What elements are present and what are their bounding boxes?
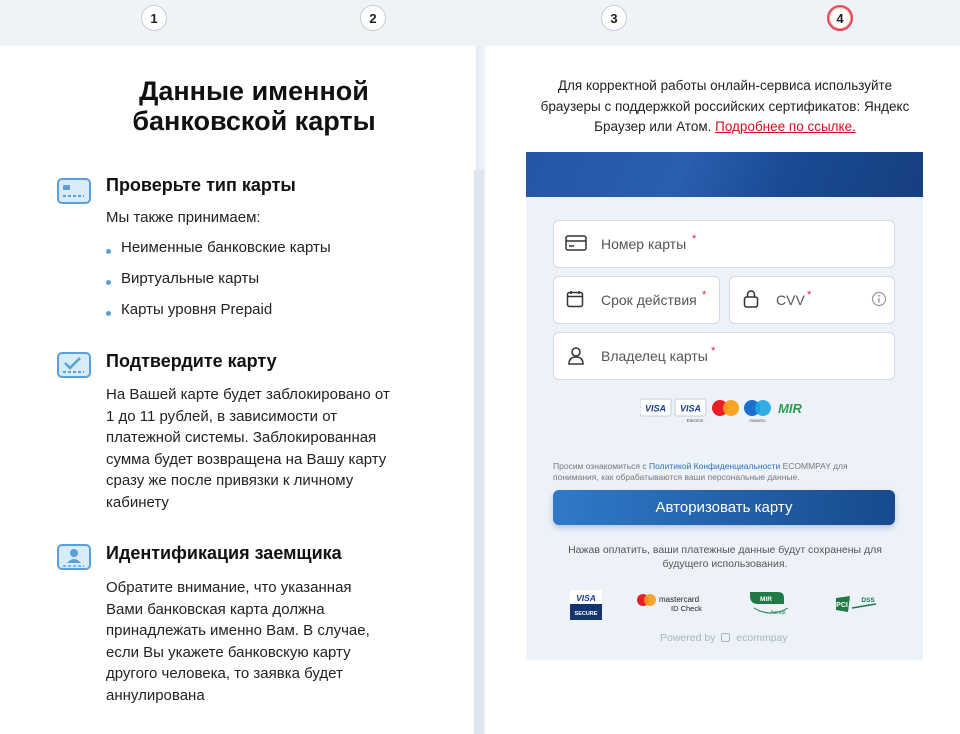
pci-dss-logo: PCI DSS [836, 596, 877, 612]
required-mark: * [692, 233, 697, 245]
section-body-identification: Обратите внимание, что указанная Вами ба… [106, 577, 436, 707]
mir-accept-logo: MIR Accept [750, 592, 789, 616]
maestro-logo: maestro [744, 400, 771, 423]
note-line: будущего использования. [662, 557, 788, 570]
expiry-label: Срок действия [601, 292, 697, 308]
mir-logo: MIR [778, 401, 802, 416]
consent-line: понимания, как обрабатываются ваши персо… [553, 472, 800, 482]
text-line: если Вы укажете банковскую карту [106, 643, 351, 661]
scrollbar-track[interactable] [474, 170, 484, 734]
text-line: сумма будет возвращена на Вашу карту [106, 450, 387, 468]
ecommpay-brand: ecommpay [736, 632, 788, 644]
section-title-identification: Идентификация заемщика [106, 543, 342, 563]
title-line-1: Данные именной [139, 76, 369, 106]
text-line: 1 до 11 рублей, в зависимости от [106, 407, 338, 425]
text-line: сразу же после привязки к личному [106, 472, 354, 490]
cvv-label: CVV [776, 292, 805, 308]
info-icon[interactable] [871, 291, 887, 307]
save-data-note: Нажав оплатить, ваши платежные данные бу… [555, 544, 895, 571]
svg-text:VISA: VISA [680, 404, 701, 414]
browser-notice: Для корректной работы онлайн-сервиса исп… [510, 76, 940, 138]
card-type-icon [57, 178, 91, 204]
credit-card-icon [565, 235, 587, 251]
user-icon [568, 347, 584, 365]
card-holder-label: Владелец карты [601, 348, 708, 364]
calendar-icon [566, 291, 584, 308]
required-mark: * [711, 345, 716, 357]
notice-line: Браузер или Атом. Подробнее по ссылке. [510, 117, 940, 138]
text-line: кабинету [106, 493, 169, 511]
svg-text:VISA: VISA [645, 404, 666, 414]
svg-text:MIR: MIR [778, 401, 802, 416]
powered-by: Powered by ecommpay [660, 632, 790, 644]
svg-text:VISA: VISA [576, 593, 596, 603]
visa-secure-logo: VISA SECURE [570, 590, 602, 620]
text-line: На Вашей карте будет заблокировано от [106, 386, 390, 403]
step-4-active[interactable]: 4 [827, 5, 853, 31]
svg-text:SECURE: SECURE [575, 611, 598, 617]
section-intro: Мы также принимаем: [106, 209, 261, 226]
svg-text:mastercard: mastercard [659, 595, 699, 604]
card-brands-logos: VISA VISA Electron maestro MIR [640, 398, 803, 423]
list-item: Виртуальные карты [121, 270, 260, 287]
step-2[interactable]: 2 [360, 5, 386, 31]
progress-stepper: 1 2 3 4 [0, 0, 960, 46]
svg-text:DSS: DSS [861, 597, 875, 604]
svg-text:MIR: MIR [760, 596, 772, 603]
notice-line: Для корректной работы онлайн-сервиса исп… [557, 78, 893, 93]
visa-electron-logo: VISA Electron [674, 398, 707, 423]
lock-icon [743, 290, 759, 308]
note-line: Нажав оплатить, ваши платежные данные бу… [568, 544, 882, 556]
powered-by-text: Powered by [660, 632, 716, 644]
widget-header [526, 152, 923, 197]
bullet-dot [106, 249, 111, 254]
step-1[interactable]: 1 [141, 5, 167, 31]
text-line: Вами банковская карта должна [106, 600, 325, 618]
section-title-confirm: Подтвердите карту [106, 351, 277, 371]
section-title-card-type: Проверьте тип карты [106, 175, 296, 195]
bullet-dot [106, 280, 111, 285]
required-mark: * [807, 289, 812, 301]
consent-text: ECOMMPAY для [780, 461, 848, 471]
page-title: Данные именной банковской карты [104, 76, 404, 136]
svg-text:PCI: PCI [836, 602, 848, 609]
text-line: Обратите внимание, что указанная [106, 579, 352, 596]
section-body-confirm: На Вашей карте будет заблокировано от 1 … [106, 384, 436, 514]
card-number-label: Номер карты [601, 236, 687, 252]
required-mark: * [702, 289, 707, 301]
privacy-consent: Просим ознакомиться с Политикой Конфиден… [553, 461, 898, 483]
title-line-2: банковской карты [132, 106, 376, 136]
mastercard-id-check-logo: mastercard ID Check [637, 594, 702, 613]
authorize-card-button[interactable]: Авторизовать карту [553, 490, 895, 525]
step-3[interactable]: 3 [601, 5, 627, 31]
text-line: платежной системы. Заблокированная [106, 429, 377, 447]
notice-text: Браузер или Атом. [594, 119, 716, 134]
ecommpay-logo-icon [721, 633, 731, 642]
card-check-icon [57, 352, 91, 378]
visa-logo: VISA [640, 398, 672, 417]
privacy-policy-link[interactable]: Политикой Конфиденциальности [649, 461, 780, 471]
svg-text:maestro: maestro [749, 418, 766, 423]
consent-text: Просим ознакомиться с [553, 461, 649, 471]
more-info-link[interactable]: Подробнее по ссылке. [715, 119, 856, 134]
bullet-dot [106, 311, 111, 316]
consent-line: Просим ознакомиться с Политикой Конфиден… [553, 461, 898, 472]
mastercard-logo [712, 400, 739, 416]
text-line: принадлежать именно Вам. В случае, [106, 622, 370, 640]
list-item: Неименные банковские карты [121, 239, 331, 256]
svg-text:Electron: Electron [687, 418, 704, 423]
svg-text:ID Check: ID Check [671, 604, 702, 613]
svg-text:Accept: Accept [770, 610, 786, 616]
text-line: другого человека, то заявка будет [106, 665, 343, 683]
notice-line: браузеры с поддержкой российских сертифи… [540, 98, 910, 114]
id-card-icon [57, 544, 91, 570]
text-line: аннулирована [106, 686, 205, 704]
list-item: Карты уровня Prepaid [121, 301, 273, 318]
